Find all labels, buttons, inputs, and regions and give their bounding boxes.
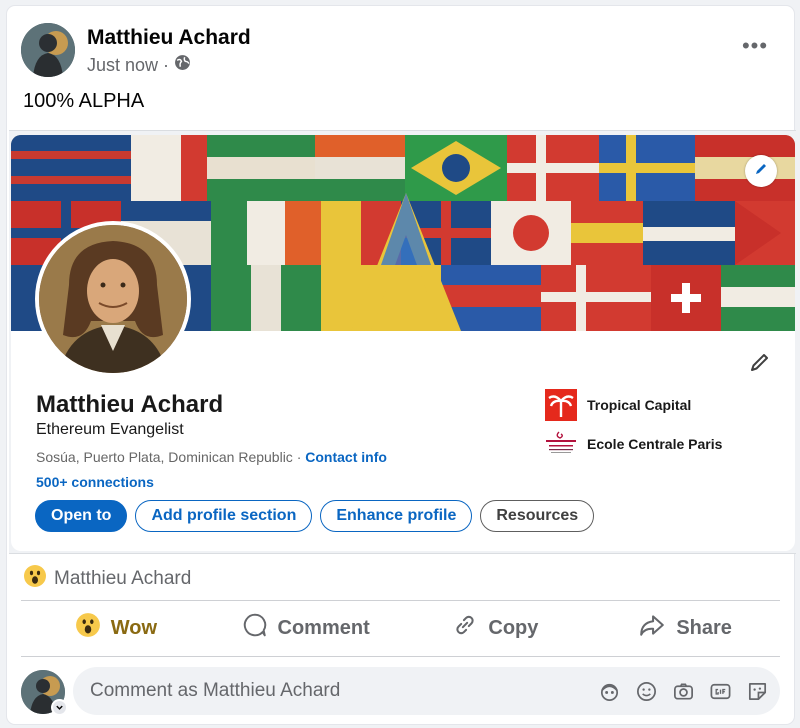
contact-info-link[interactable]: Contact info — [305, 449, 387, 465]
shared-image[interactable]: Matthieu Achard Ethereum Evangelist Sosú… — [9, 130, 796, 554]
author-avatar[interactable] — [21, 23, 75, 77]
reactions-names: Matthieu Achard — [54, 568, 192, 589]
meta-separator: · — [163, 54, 170, 75]
share-label: Share — [676, 616, 732, 639]
more-options-button[interactable]: ••• — [740, 31, 770, 61]
profile-location: Sosúa, Puerto Plata, Dominican Republic — [36, 449, 293, 465]
experience-name: Ecole Centrale Paris — [587, 436, 723, 452]
comment-button[interactable]: Comment — [211, 602, 401, 654]
copy-label: Copy — [488, 616, 539, 639]
wow-emoji-icon — [75, 612, 101, 644]
post-actions: Wow Comment Copy Share — [21, 602, 780, 654]
share-button[interactable]: Share — [590, 602, 780, 654]
experience-item[interactable]: Tropical Capital — [545, 389, 691, 421]
profile-location-row: Sosúa, Puerto Plata, Dominican Republic … — [36, 449, 387, 465]
avatar-sticker-icon[interactable] — [597, 679, 622, 704]
add-profile-section-button[interactable]: Add profile section — [135, 500, 313, 532]
profile-photo[interactable] — [35, 221, 191, 377]
comment-composer: Comment as Matthieu Achard — [21, 667, 780, 717]
copy-button[interactable]: Copy — [401, 602, 591, 654]
profile-name: Matthieu Achard — [36, 391, 224, 418]
post-header: Matthieu Achard Just now · ••• — [21, 21, 780, 77]
comment-input[interactable]: Comment as Matthieu Achard — [73, 667, 780, 715]
enhance-profile-button[interactable]: Enhance profile — [320, 500, 473, 532]
comment-placeholder: Comment as Matthieu Achard — [90, 680, 341, 701]
resources-button[interactable]: Resources — [480, 500, 595, 532]
globe-icon[interactable] — [174, 54, 191, 76]
open-to-button[interactable]: Open to — [35, 500, 128, 532]
profile-headline: Ethereum Evangelist — [36, 421, 184, 438]
camera-icon[interactable] — [671, 679, 696, 704]
banner-edit-button[interactable] — [745, 155, 777, 187]
more-dots-icon: ••• — [741, 33, 769, 58]
profile-actions: Open to Add profile section Enhance prof… — [35, 500, 595, 532]
wow-label: Wow — [110, 616, 158, 639]
link-icon — [452, 612, 478, 644]
sticker-icon[interactable] — [745, 679, 770, 704]
comment-tools — [597, 679, 770, 704]
post-card: Matthieu Achard Just now · ••• 100% ALPH… — [6, 5, 796, 725]
author-name[interactable]: Matthieu Achard — [87, 26, 251, 50]
post-meta: Just now · — [87, 54, 191, 76]
reactions-summary[interactable]: Matthieu Achard — [23, 564, 191, 594]
connections-link[interactable]: 500+ connections — [36, 474, 154, 490]
pencil-icon — [753, 161, 769, 182]
divider — [21, 600, 780, 601]
share-arrow-icon — [638, 612, 666, 644]
profile-edit-button[interactable] — [743, 347, 777, 381]
divider — [21, 656, 780, 657]
post-timestamp[interactable]: Just now — [87, 55, 158, 76]
emoji-icon[interactable] — [634, 679, 659, 704]
experience-item[interactable]: Ecole Centrale Paris — [545, 428, 722, 460]
post-text: 100% ALPHA — [23, 90, 145, 112]
profile-card: Matthieu Achard Ethereum Evangelist Sosú… — [11, 135, 795, 551]
wow-button[interactable]: Wow — [21, 602, 211, 654]
palm-tree-icon — [545, 389, 577, 421]
gif-icon[interactable] — [708, 679, 733, 704]
location-separator: · — [292, 449, 306, 465]
centrale-supelec-logo — [545, 428, 577, 460]
chevron-down-icon[interactable] — [51, 699, 68, 716]
wow-emoji-icon — [23, 564, 47, 594]
comment-label: Comment — [277, 616, 370, 639]
experience-name: Tropical Capital — [587, 397, 692, 413]
pencil-icon — [749, 351, 771, 378]
comment-bubble-icon — [242, 612, 268, 644]
